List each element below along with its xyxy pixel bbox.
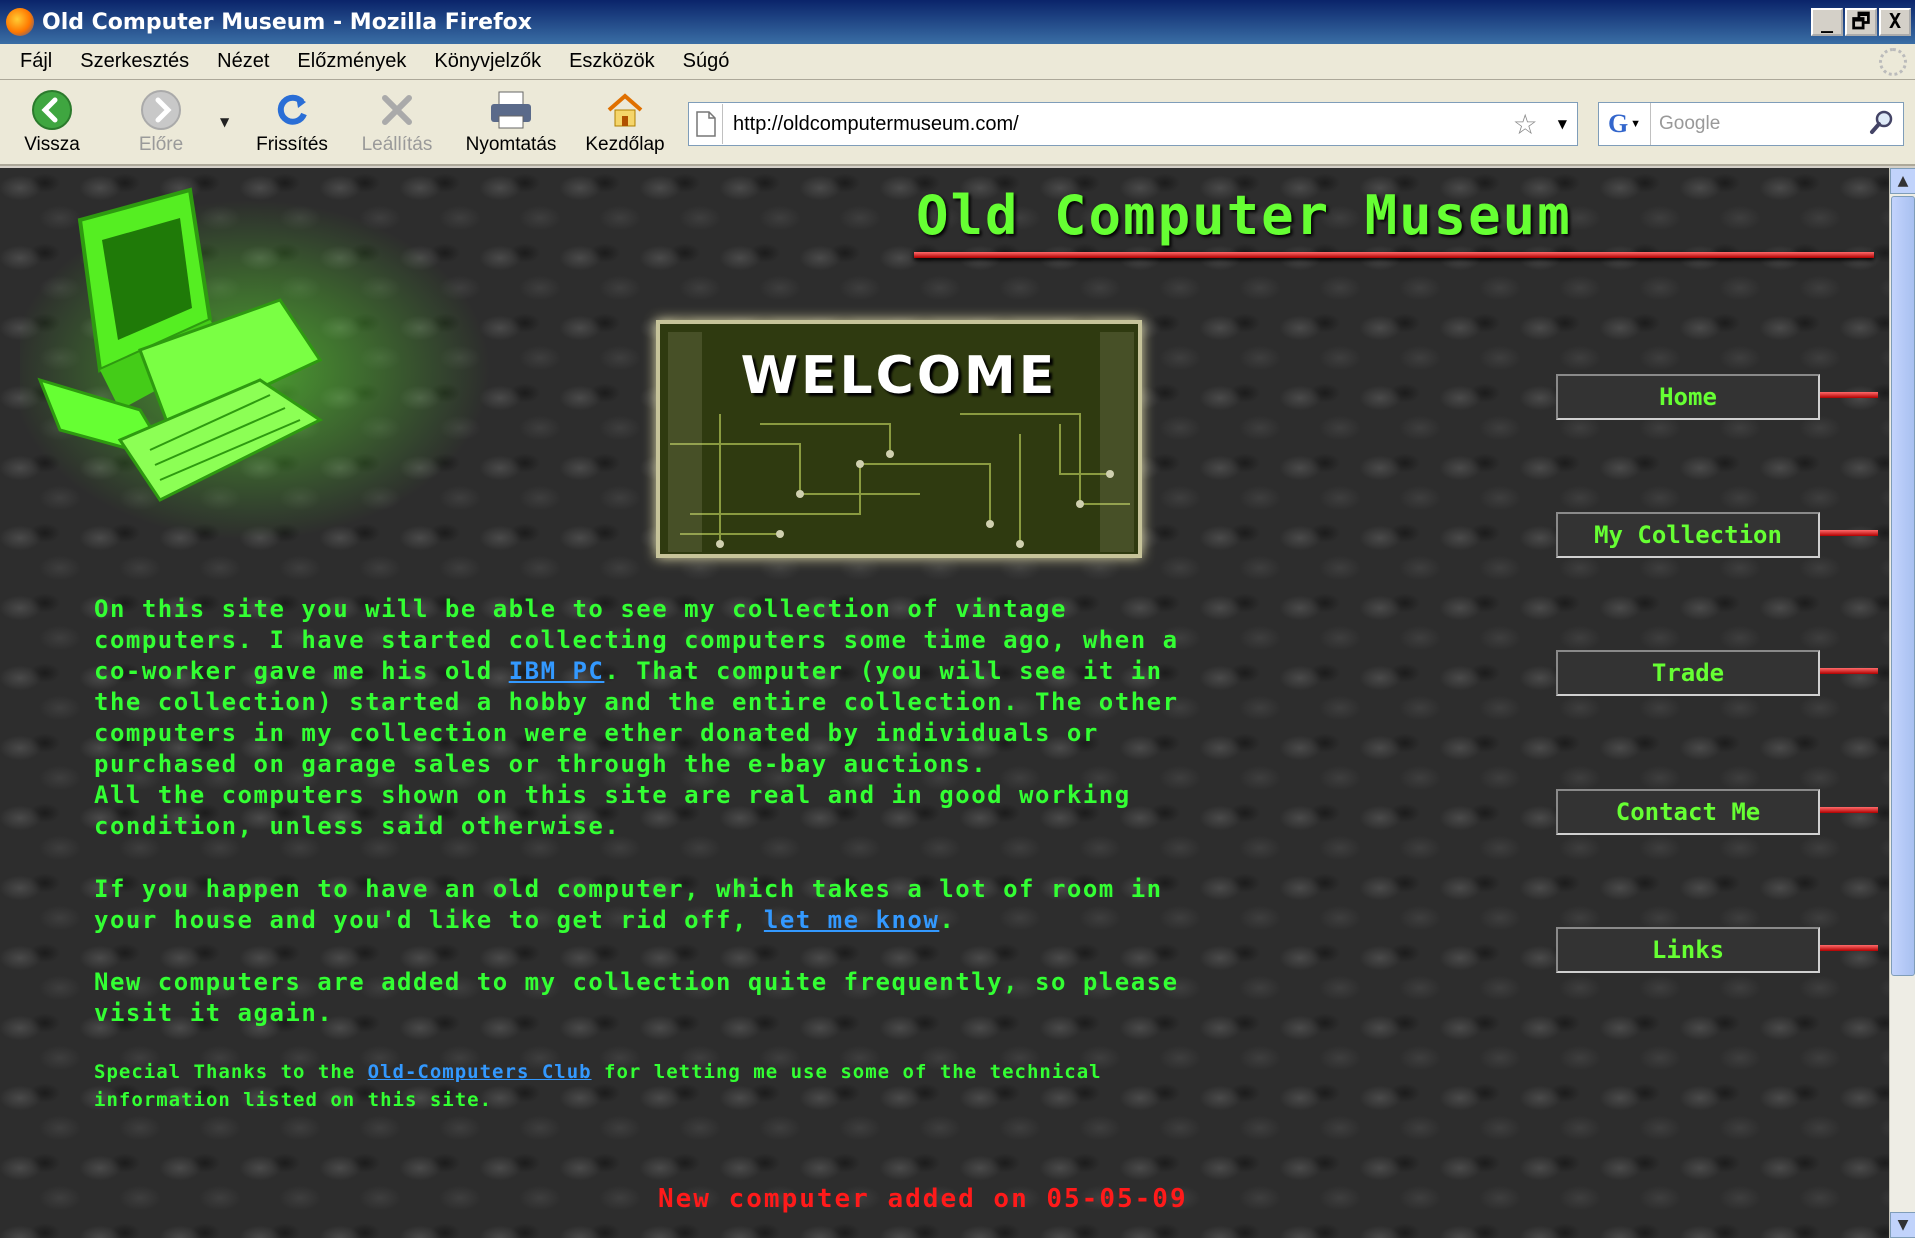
frequency-paragraph: New computers are added to my collection… <box>94 968 1179 1027</box>
history-dropdown-icon[interactable]: ▼ <box>220 115 229 129</box>
site-title: Old Computer Museum <box>916 184 1572 247</box>
address-bar[interactable]: http://oldcomputermuseum.com/ ☆ ▼ <box>688 102 1578 146</box>
search-input[interactable]: Google <box>1651 113 1869 135</box>
search-bar[interactable]: G ▼ Google <box>1598 102 1904 146</box>
restore-button[interactable]: 🗗 <box>1845 8 1877 36</box>
nav-my-collection[interactable]: My Collection <box>1556 512 1878 558</box>
reload-label: Frissítés <box>256 134 328 155</box>
nav-trade[interactable]: Trade <box>1556 650 1878 696</box>
back-label: Vissza <box>24 134 80 155</box>
menu-help[interactable]: Súgó <box>669 50 744 73</box>
scroll-thumb[interactable] <box>1891 196 1915 976</box>
nav-connector <box>1820 668 1878 674</box>
url-text[interactable]: http://oldcomputermuseum.com/ <box>723 113 1513 136</box>
navigation-toolbar: Vissza Előre ▼ Frissítés Leállítás Nyomt… <box>0 80 1915 166</box>
reload-button[interactable]: Frissítés <box>250 90 334 156</box>
old-computers-club-link[interactable]: Old-Computers Club <box>368 1061 592 1083</box>
url-dropdown-icon[interactable]: ▼ <box>1558 117 1567 131</box>
printer-icon <box>489 90 533 130</box>
scroll-down-arrow-icon[interactable]: ▼ <box>1890 1212 1915 1238</box>
nav-my-collection-label[interactable]: My Collection <box>1556 512 1820 558</box>
firefox-logo-icon <box>6 8 34 36</box>
nav-contact-me[interactable]: Contact Me <box>1556 789 1878 835</box>
thanks-paragraph: Special Thanks to the Old-Computers Club… <box>94 1061 1102 1111</box>
window-title: Old Computer Museum - Mozilla Firefox <box>42 9 532 35</box>
nav-connector <box>1820 392 1878 398</box>
stop-x-icon <box>375 90 419 130</box>
page-content: Old Computer Museum WELCOME Home My Coll… <box>0 168 1889 1238</box>
home-button[interactable]: Kezdőlap <box>580 90 670 156</box>
news-ticker: New computer added on 05-05-09 <box>658 1184 1188 1214</box>
menu-bookmarks[interactable]: Könyvjelzők <box>420 50 555 73</box>
back-button[interactable]: Vissza <box>14 90 90 156</box>
window-controls: _ 🗗 X <box>1811 8 1911 36</box>
intro-paragraph: On this site you will be able to see my … <box>94 595 1179 840</box>
vertical-scrollbar[interactable]: ▲ ▼ <box>1889 168 1915 1238</box>
nav-links[interactable]: Links <box>1556 927 1878 973</box>
nav-contact-me-label[interactable]: Contact Me <box>1556 789 1820 835</box>
nav-trade-label[interactable]: Trade <box>1556 650 1820 696</box>
close-button[interactable]: X <box>1879 8 1911 36</box>
title-divider <box>914 252 1874 258</box>
forward-arrow-icon <box>139 90 183 130</box>
reload-icon <box>270 90 314 130</box>
stop-label: Leállítás <box>361 134 433 155</box>
search-engine-icon[interactable]: G ▼ <box>1599 103 1651 145</box>
bookmark-star-icon[interactable]: ☆ <box>1513 108 1538 141</box>
donate-paragraph: If you happen to have an old computer, w… <box>94 875 1163 934</box>
window-titlebar: Old Computer Museum - Mozilla Firefox _ … <box>0 0 1915 44</box>
nav-connector <box>1820 807 1878 813</box>
menu-edit[interactable]: Szerkesztés <box>66 50 203 73</box>
forward-label: Előre <box>138 134 184 155</box>
stop-button[interactable]: Leállítás <box>358 90 436 156</box>
menu-view[interactable]: Nézet <box>203 50 283 73</box>
throbber-icon <box>1879 48 1907 76</box>
nav-connector <box>1820 945 1878 951</box>
welcome-banner: WELCOME <box>656 320 1142 558</box>
minimize-button[interactable]: _ <box>1811 8 1843 36</box>
let-me-know-link[interactable]: let me know <box>764 906 939 934</box>
home-label: Kezdőlap <box>585 134 665 155</box>
welcome-heading: WELCOME <box>740 346 1058 406</box>
nav-links-label[interactable]: Links <box>1556 927 1820 973</box>
home-house-icon <box>603 90 647 130</box>
nav-home-label[interactable]: Home <box>1556 374 1820 420</box>
scroll-up-arrow-icon[interactable]: ▲ <box>1890 168 1915 194</box>
menu-tools[interactable]: Eszközök <box>555 50 669 73</box>
ibm-pc-link[interactable]: IBM PC <box>509 657 605 685</box>
print-label: Nyomtatás <box>465 134 557 155</box>
nav-connector <box>1820 530 1878 536</box>
back-arrow-icon <box>30 90 74 130</box>
print-button[interactable]: Nyomtatás <box>458 90 564 156</box>
search-magnifier-icon[interactable] <box>1869 109 1895 139</box>
forward-button[interactable]: Előre <box>126 90 196 156</box>
menu-bar: Fájl Szerkesztés Nézet Előzmények Könyvj… <box>0 44 1915 80</box>
green-computer-logo <box>10 180 500 540</box>
menu-file[interactable]: Fájl <box>6 50 66 73</box>
menu-history[interactable]: Előzmények <box>283 50 420 73</box>
nav-home[interactable]: Home <box>1556 374 1878 420</box>
page-icon <box>689 104 723 144</box>
